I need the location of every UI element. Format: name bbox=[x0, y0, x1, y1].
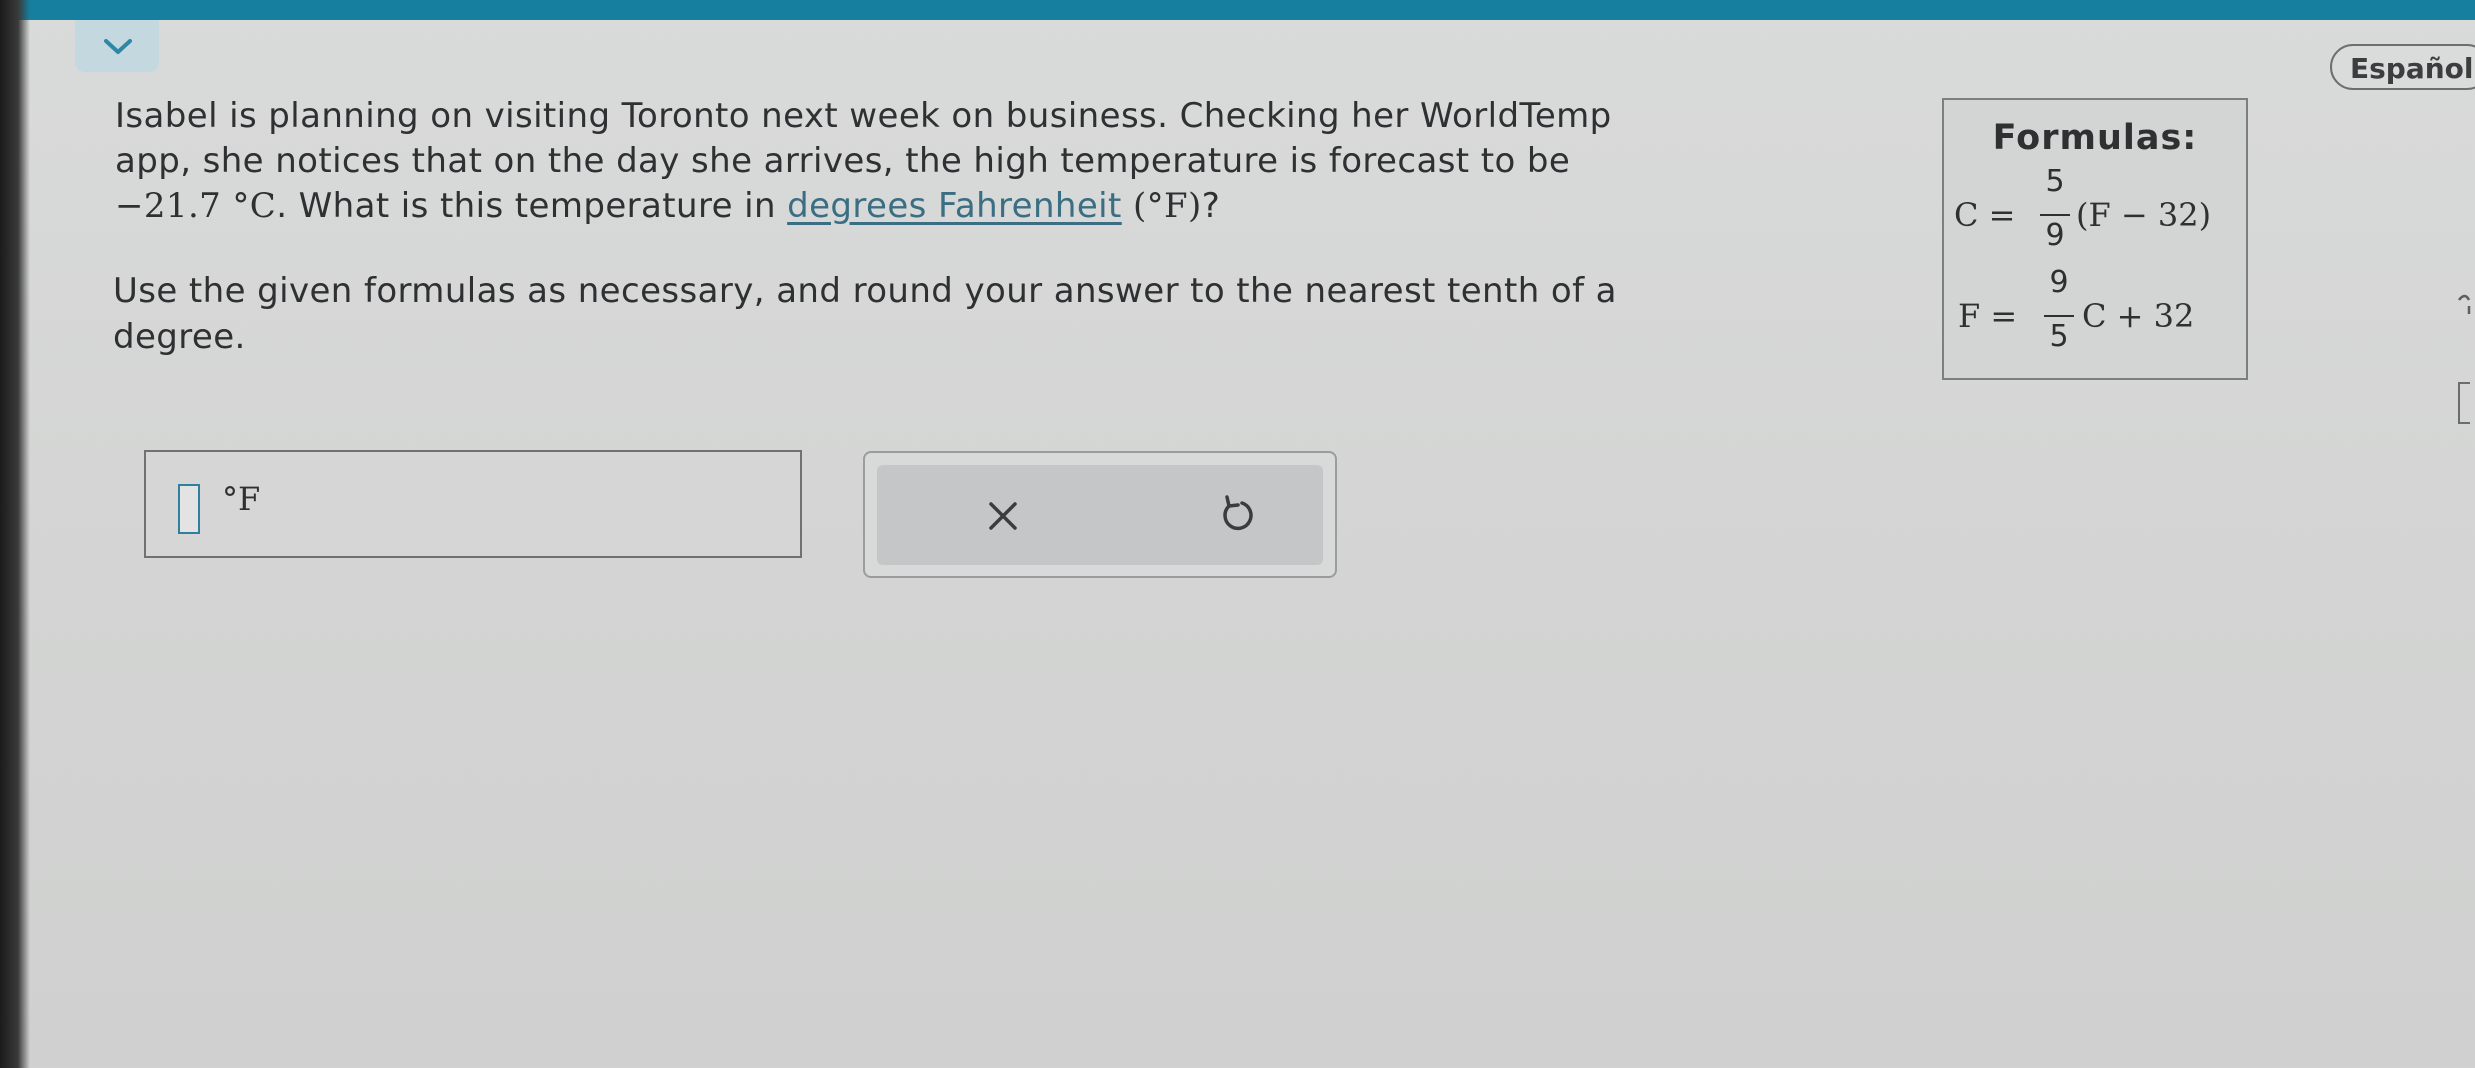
chevron-down-icon bbox=[104, 39, 132, 54]
question-line-2: app, she notices that on the day she arr… bbox=[115, 141, 1571, 181]
unit-paren: (°F) bbox=[1121, 186, 1202, 226]
side-panel-icon[interactable] bbox=[2458, 382, 2470, 424]
top-bar bbox=[0, 0, 2475, 20]
collapse-button[interactable] bbox=[75, 20, 159, 72]
formulas-title: Formulas: bbox=[1992, 118, 2198, 158]
question-line-1: Isabel is planning on visiting Toronto n… bbox=[115, 96, 1612, 136]
formula-fahrenheit-lhs: F = bbox=[1958, 297, 2018, 335]
formula-fahrenheit-numerator: 9 bbox=[2049, 265, 2069, 300]
formula-fahrenheit-rhs: C + 32 bbox=[2082, 297, 2195, 335]
side-tool-icon[interactable] bbox=[2457, 292, 2471, 326]
formula-celsius-rhs: (F − 32) bbox=[2076, 196, 2212, 234]
help-icon bbox=[2458, 294, 2471, 314]
answer-box: °F bbox=[144, 450, 802, 558]
formula-celsius-numerator: 5 bbox=[2045, 164, 2065, 199]
formula-celsius-denominator: 9 bbox=[2045, 218, 2065, 253]
formula-celsius-lhs: C = bbox=[1954, 196, 2016, 234]
instruction-line-2: degree. bbox=[113, 317, 246, 357]
question-line-3: −21.7 °C. What is this temperature in de… bbox=[115, 184, 1895, 229]
clear-button[interactable] bbox=[973, 489, 1033, 543]
fraction-bar bbox=[2040, 214, 2070, 216]
screen-edge bbox=[0, 0, 30, 1068]
instruction-line-1: Use the given formulas as necessary, and… bbox=[113, 271, 1617, 311]
formulas-panel: Formulas: C = 5 9 (F − 32) F = 9 5 C + 3… bbox=[1942, 98, 2248, 380]
instruction-text: Use the given formulas as necessary, and… bbox=[113, 268, 1893, 360]
degrees-fahrenheit-link[interactable]: degrees Fahrenheit bbox=[787, 186, 1122, 226]
action-buttons bbox=[877, 465, 1323, 565]
temperature-value: −21.7 °C bbox=[115, 186, 277, 226]
action-panel bbox=[863, 451, 1337, 578]
question-text: Isabel is planning on visiting Toronto n… bbox=[115, 94, 1895, 229]
close-icon bbox=[989, 502, 1017, 530]
answer-unit: °F bbox=[222, 480, 261, 518]
answer-input[interactable] bbox=[178, 484, 200, 534]
undo-button[interactable] bbox=[1207, 489, 1267, 543]
question-text-mid: . What is this temperature in bbox=[276, 186, 788, 226]
fraction-bar bbox=[2044, 315, 2074, 317]
formula-fahrenheit-denominator: 5 bbox=[2049, 319, 2069, 354]
language-button[interactable]: Español bbox=[2330, 44, 2475, 90]
question-mark: ? bbox=[1201, 186, 1221, 226]
undo-icon bbox=[1223, 495, 1253, 531]
